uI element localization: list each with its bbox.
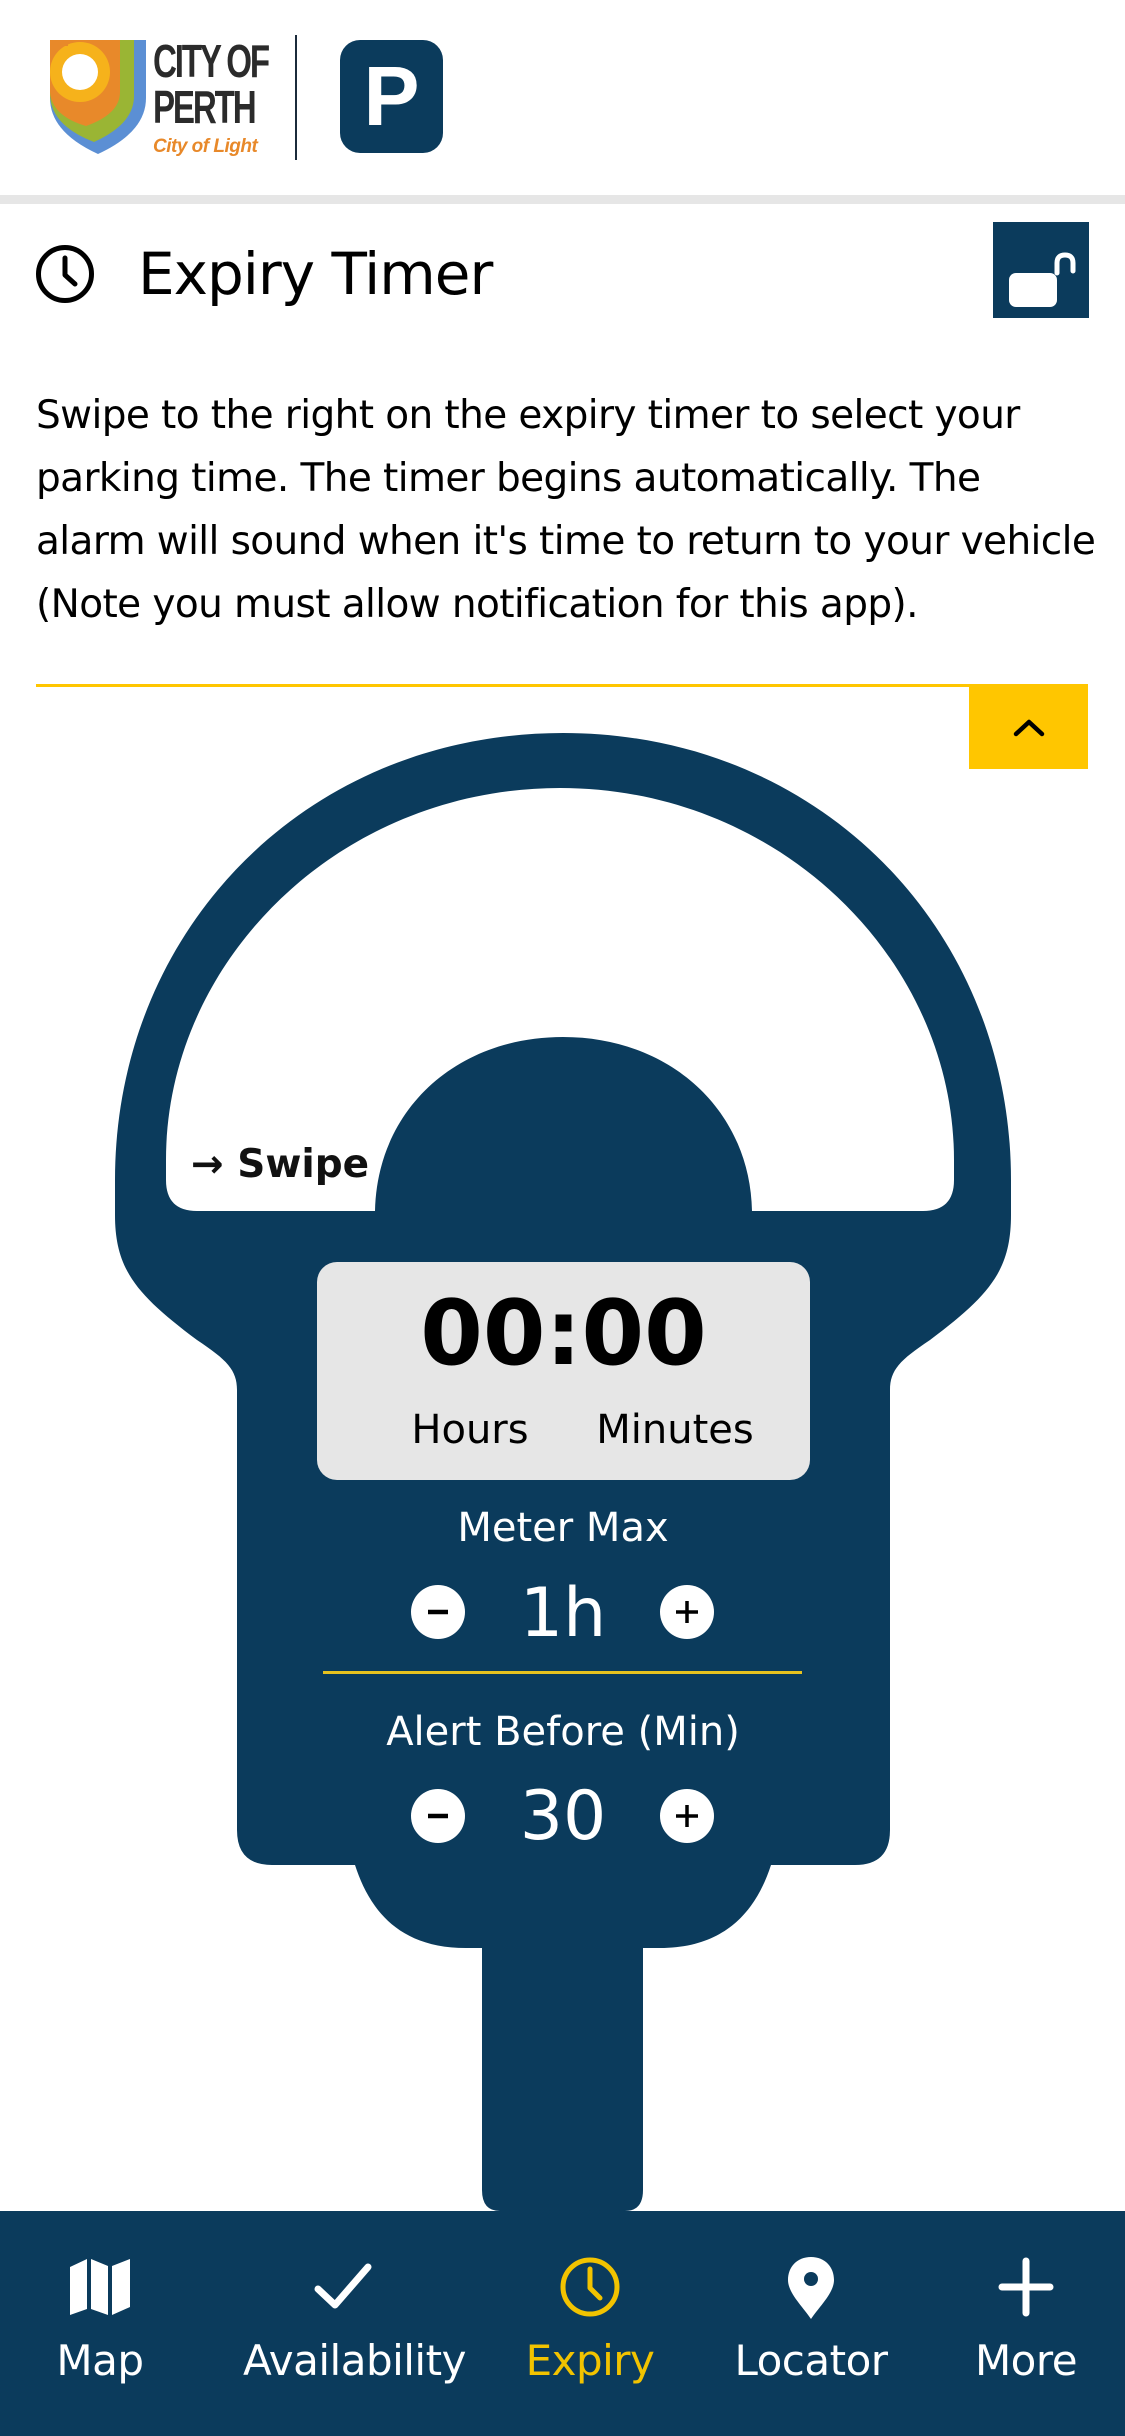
map-icon [70, 2259, 130, 2315]
nav-item-map[interactable]: Map [0, 2211, 200, 2436]
meter-max-label: Meter Max [457, 1505, 669, 1551]
meter-divider [323, 1671, 802, 1674]
page-title: Expiry Timer [138, 240, 493, 308]
nav-item-availability[interactable]: Availability [243, 2211, 466, 2436]
clock-icon [36, 245, 94, 303]
city-of-perth-shield-logo-icon [50, 40, 146, 154]
header-divider [0, 195, 1125, 204]
collapse-button[interactable] [969, 684, 1088, 769]
timer-value: 00:00 [420, 1281, 707, 1386]
org-name-line1: CITY OF [153, 35, 270, 87]
org-name: CITY OF PERTH [153, 35, 270, 133]
nav-label: Expiry [525, 2336, 655, 2385]
plus-icon [676, 1601, 698, 1623]
alert-before-decrement-button[interactable] [411, 1789, 465, 1843]
plus-icon [676, 1805, 698, 1827]
brand-divider [295, 35, 297, 160]
swipe-hint[interactable]: → Swipe [191, 1140, 369, 1190]
nav-item-locator[interactable]: Locator [711, 2211, 911, 2436]
meter-max-value: 1h [519, 1574, 607, 1653]
org-name-line2: PERTH [153, 81, 257, 133]
bottom-nav: Map Availability Expiry Locator More [0, 2211, 1125, 2436]
lock-toggle-button[interactable] [993, 222, 1089, 318]
parking-badge-icon: P [340, 40, 443, 153]
nav-item-expiry[interactable]: Expiry [490, 2211, 690, 2436]
meter-max-decrement-button[interactable] [411, 1585, 465, 1639]
nav-item-more[interactable]: More [926, 2211, 1125, 2436]
minutes-label: Minutes [596, 1407, 754, 1453]
minus-icon [428, 1813, 448, 1819]
location-pin-icon [788, 2257, 834, 2319]
section-divider [36, 684, 970, 687]
checkmark-icon [314, 2263, 372, 2309]
alert-before-label: Alert Before (Min) [386, 1709, 740, 1755]
meter-max-increment-button[interactable] [660, 1585, 714, 1639]
nav-label: Locator [734, 2336, 888, 2385]
clock-icon [560, 2257, 620, 2317]
org-tagline: City of Light [153, 136, 258, 157]
parking-meter-graphic[interactable] [0, 0, 1125, 2436]
chevron-up-icon [1013, 719, 1045, 737]
minus-icon [428, 1609, 448, 1615]
hours-label: Hours [411, 1407, 529, 1453]
alert-before-value: 30 [519, 1777, 607, 1856]
nav-label: Map [56, 2336, 144, 2385]
brand-header: CITY OF PERTH City of Light P [0, 0, 1125, 195]
alert-before-increment-button[interactable] [660, 1789, 714, 1843]
plus-icon [998, 2257, 1054, 2317]
nav-label: Availability [243, 2336, 466, 2385]
instructions-text: Swipe to the right on the expiry timer t… [36, 393, 1096, 627]
unlock-icon [1009, 252, 1076, 307]
nav-label: More [974, 2336, 1078, 2385]
